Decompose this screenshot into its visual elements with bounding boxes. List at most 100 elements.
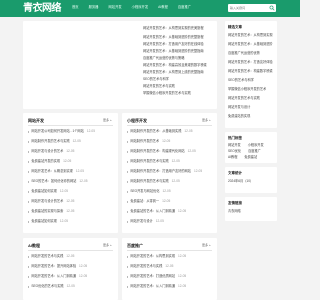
list-item[interactable]: 网站制作开发的艺术与实践 12-05 [127,177,213,187]
sidebar-tags: 热门标签 网站开发 小程序开发 SEO优化 百度推广 AI教程 免费建站 [225,132,277,163]
bullet-icon [127,276,129,278]
list-item[interactable]: 网站制作开发的艺术：从基础到实践 12-05 [127,127,213,137]
friend-link[interactable]: 青衣网络 [228,209,274,214]
nav-item-miniprogram[interactable]: 小程序开发 [132,5,148,10]
list-item[interactable]: 网站制作开发的艺术与实践 12-05 [28,137,114,147]
sidebar-recommend-list: 网站开发的艺术：从构思到实现 网站开发的艺术：从基础到进阶 百度推广代运营的优势… [228,31,274,121]
list-item[interactable]: 掌握微信小程序开发的艺术与实践 [143,90,207,97]
list-item[interactable]: SEO的艺术与科学 [228,76,274,85]
list-item[interactable]: 网站开发的艺术：打造用户友好的在线体验 [143,41,207,48]
list-item[interactable]: 网站开发的艺术：提升网站体验 12-05 [28,262,114,272]
section-title: AI教程 [28,243,40,248]
tag-item[interactable]: 网站开发 [228,143,241,148]
list-item[interactable]: 免费建站的实现 [228,112,274,121]
list-item[interactable]: 网站制作开发的艺术 12-05 [127,137,213,147]
nav-item-home[interactable]: 首页 [72,5,79,10]
more-link[interactable]: 更多 » [202,118,211,123]
list-item[interactable]: 网站开发的艺术：从基础到进阶的完整旅程 [143,34,207,41]
list-item[interactable]: 免费建站如何实现 12-05 [28,217,114,227]
list-item[interactable]: 网站开发的艺术：从构思到实现 [228,31,274,40]
nav-item-web-dev[interactable]: 网站开发 [108,5,121,10]
site-logo[interactable]: 青衣网络 [23,3,62,14]
list-item[interactable]: 网站开发与设计 12-05 [127,217,213,227]
nav-item-server[interactable]: 服务器 [89,5,99,10]
tag-item[interactable]: 百度推广 [248,149,261,154]
section-title: 小程序开发 [127,118,147,123]
list-item[interactable]: 网站开发与设计的艺术 12-05 [28,147,114,157]
list-item[interactable]: 网站开发的艺术：打造友好体验 [228,58,274,67]
list-item[interactable]: 网站开发与设计 [228,103,274,112]
bullet-icon [127,141,129,143]
list-item[interactable]: 网站开发的艺术：构建数字桥梁 [228,67,274,76]
search-button[interactable] [269,5,275,11]
list-item[interactable]: 免费建站：从零到一 12-05 [127,197,213,207]
section-list: 网站开发的艺术：从构思到实现 12-05 网站开发的艺术与实践 12-05 网站开发… [127,252,213,292]
list-item[interactable]: 百度推广代运营的优势与策略 [143,55,207,62]
list-item[interactable]: 网站开发的艺术与实践 [228,94,274,103]
main-nav: 首页 服务器 网站开发 小程序开发 AI教程 百度推广 [72,5,191,10]
sidebar-title: 精选文章 [228,25,242,29]
list-item[interactable]: 免费建站如何实现 12-05 [28,187,114,197]
bullet-icon [127,151,129,153]
list-item[interactable]: 网站开发的艺术：从基础到进阶的完整指南 [143,48,207,55]
list-item[interactable]: 网站开发的艺术：从构思到实现的完美旅程 [143,24,207,34]
list-item[interactable]: SEO优化的艺术与实践 12-05 [28,282,114,292]
list-item[interactable]: 免费建站的艺术：从入门到精通 12-05 [127,207,213,217]
list-item[interactable]: 网站开发的艺术：从入门到精通 12-05 [127,282,213,292]
tag-cloud: 网站开发 小程序开发 SEO优化 百度推广 AI教程 免费建站 [228,143,274,160]
list-item[interactable]: 网站制作开发的艺术：构建现代化网站 12-05 [127,147,213,157]
list-item[interactable]: 免费建站开发的实现 12-05 [28,157,114,167]
bullet-icon [28,266,30,268]
list-item[interactable]: 网站开发的艺术：从构思到上线的完整指南 [143,69,207,76]
list-item[interactable]: 网站开发的艺术：构建高效且美观的数字桥梁 [143,62,207,69]
bullet-icon [28,131,30,133]
bullet-icon [28,161,30,163]
bullet-icon [127,131,129,133]
section-card-baidu: 百度推广 更多 » 网站开发的艺术：从构思到实现 12-05 网站开发的艺术与实践… [122,238,217,300]
bullet-icon [127,266,129,268]
sidebar-stats: 文章统计 2024年6月（10） [225,167,277,193]
list-item[interactable]: 网站开发的艺术：从构思到实现 12-05 [127,252,213,262]
section-card-miniprogram: 小程序开发 更多 » 网站制作开发的艺术：从基础到实践 12-05 网站制作开发的… [122,113,217,233]
section-title: 百度推广 [127,243,143,248]
list-item[interactable]: 网站开发艺术：从概念到实现 12-05 [28,167,114,177]
search-input[interactable] [230,4,268,12]
list-item[interactable]: 网站开发的艺术与实践 12-05 [127,262,213,272]
search-icon [269,5,275,11]
section-list: 网站开发公司如何开发网站 - 1个网站 12-05 网站制作开发的艺术与实践 12-… [28,127,114,227]
list-item[interactable]: 网站制作开发的艺术：打造用户友好的网站 12-05 [127,167,213,177]
bullet-icon [127,286,129,288]
stats-text[interactable]: 2024年6月（10） [228,179,274,184]
bullet-icon [28,181,30,183]
list-item[interactable]: 网站开发公司如何开发网站 - 1个网站 12-05 [28,127,114,137]
tag-item[interactable]: AI教程 [228,155,237,160]
nav-item-ai[interactable]: AI教程 [158,5,168,10]
featured-list: 网站开发的艺术：从构思到实现的完美旅程 网站开发的艺术：从基础到进阶的完整旅程 … [143,24,207,97]
list-item[interactable]: 网站开发的艺术：打造优质网站 12-05 [127,272,213,282]
tag-item[interactable]: SEO优化 [228,149,241,154]
tag-item[interactable]: 免费建站 [244,155,257,160]
more-link[interactable]: 更多 » [103,243,112,248]
featured-card: 网站开发的艺术：从构思到实现的完美旅程 网站开发的艺术：从基础到进阶的完整旅程 … [23,21,217,109]
bullet-icon [28,286,30,288]
list-item[interactable]: 网站开发的艺术与实践 12-05 [28,252,114,262]
nav-item-baidu[interactable]: 百度推广 [178,5,191,10]
sidebar-recommend: 精选文章 网站开发的艺术：从构思到实现 网站开发的艺术：从基础到进阶 百度推广代… [225,21,277,128]
more-link[interactable]: 更多 » [103,118,112,123]
list-item[interactable]: 网站开发的艺术与实践 [143,83,207,90]
list-item[interactable]: 掌握微信小程序开发的艺术 [228,85,274,94]
list-item[interactable]: SEO开发与网站优化 12-05 [127,187,213,197]
list-item[interactable]: 网站开发的艺术：从入门到精通 12-05 [28,272,114,282]
list-item[interactable]: 网站开发的艺术：从基础到进阶 [228,40,274,49]
bullet-icon [127,191,129,193]
list-item[interactable]: 免费建站的实现与探索 12-05 [28,207,114,217]
tag-item[interactable]: 小程序开发 [248,143,264,148]
more-link[interactable]: 更多 » [202,243,211,248]
bullet-icon [28,211,30,213]
list-item[interactable]: SEO的艺术与科学 [143,76,207,83]
list-item[interactable]: 网站制作开发的艺术与实践 12-05 [127,157,213,167]
list-item[interactable]: 网站开发与设计的艺术 12-05 [28,197,114,207]
list-item[interactable]: 百度推广代运营的优势 [228,49,274,58]
sidebar-title: 友情链接 [228,201,242,205]
list-item[interactable]: SEO的艺术：如何优化你的网站 12-05 [28,177,114,187]
